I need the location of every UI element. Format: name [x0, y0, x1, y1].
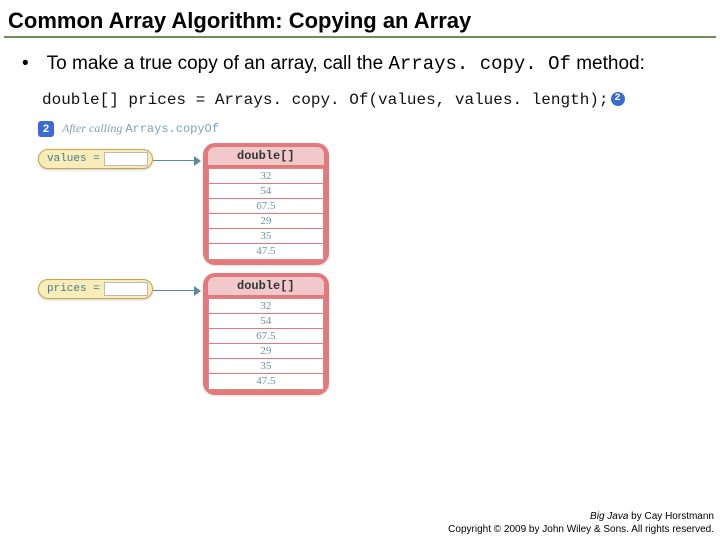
prices-var-pill: prices = [38, 279, 153, 299]
values-cells: 32 54 67.5 29 35 47.5 [208, 168, 324, 260]
array-cell: 32 [209, 169, 323, 184]
arrow-icon [153, 151, 203, 171]
prices-label: prices = [47, 283, 100, 295]
array-cell: 29 [209, 214, 323, 229]
bullet-marker: • [22, 52, 29, 77]
array-type-label: double[] [208, 147, 324, 165]
values-array: double[] 32 54 67.5 29 35 47.5 [203, 143, 329, 265]
title-underline [4, 36, 716, 38]
values-var-pill: values = [38, 149, 153, 169]
values-row: values = double[] 32 54 67.5 29 35 47.5 [38, 143, 418, 265]
arrow-icon [153, 281, 203, 301]
array-cell: 54 [209, 314, 323, 329]
footer: Big Java by Cay Horstmann Copyright © 20… [448, 510, 714, 536]
values-ref-box [104, 152, 148, 166]
array-cell: 67.5 [209, 199, 323, 214]
caption-code: Arrays.copyOf [125, 122, 219, 136]
diagram-caption: 2 After calling Arrays.copyOf [38, 121, 418, 137]
diagram: 2 After calling Arrays.copyOf values = d… [38, 121, 418, 395]
prices-cells: 32 54 67.5 29 35 47.5 [208, 298, 324, 390]
slide-title: Common Array Algorithm: Copying an Array [0, 0, 720, 36]
bullet-code: Arrays. copy. Of [388, 53, 570, 75]
array-cell: 47.5 [209, 374, 323, 389]
bullet-text-2: method: [571, 53, 645, 74]
bullet-text-1: To make a true copy of an array, call th… [47, 53, 389, 74]
step-badge: 2 [38, 121, 54, 137]
bullet-item: • To make a true copy of an array, call … [0, 52, 720, 77]
array-cell: 54 [209, 184, 323, 199]
array-cell: 47.5 [209, 244, 323, 259]
prices-row: prices = double[] 32 54 67.5 29 35 47.5 [38, 273, 418, 395]
bullet-text: To make a true copy of an array, call th… [47, 52, 645, 77]
array-cell: 29 [209, 344, 323, 359]
caption-prefix: After calling [62, 121, 125, 135]
code-text: double[] prices = Arrays. copy. Of(value… [42, 91, 609, 109]
author: by Cay Horstmann [628, 511, 714, 522]
book-title: Big Java [590, 511, 628, 522]
array-cell: 67.5 [209, 329, 323, 344]
footer-line1: Big Java by Cay Horstmann [448, 510, 714, 523]
footer-line2: Copyright © 2009 by John Wiley & Sons. A… [448, 523, 714, 536]
prices-array: double[] 32 54 67.5 29 35 47.5 [203, 273, 329, 395]
caption-text: After calling Arrays.copyOf [62, 121, 219, 136]
step-badge-inline: 2 [611, 92, 625, 106]
prices-ref-box [104, 282, 148, 296]
code-line: double[] prices = Arrays. copy. Of(value… [0, 77, 720, 119]
values-label: values = [47, 153, 100, 165]
array-cell: 35 [209, 359, 323, 374]
array-type-label: double[] [208, 277, 324, 295]
array-cell: 32 [209, 299, 323, 314]
array-cell: 35 [209, 229, 323, 244]
